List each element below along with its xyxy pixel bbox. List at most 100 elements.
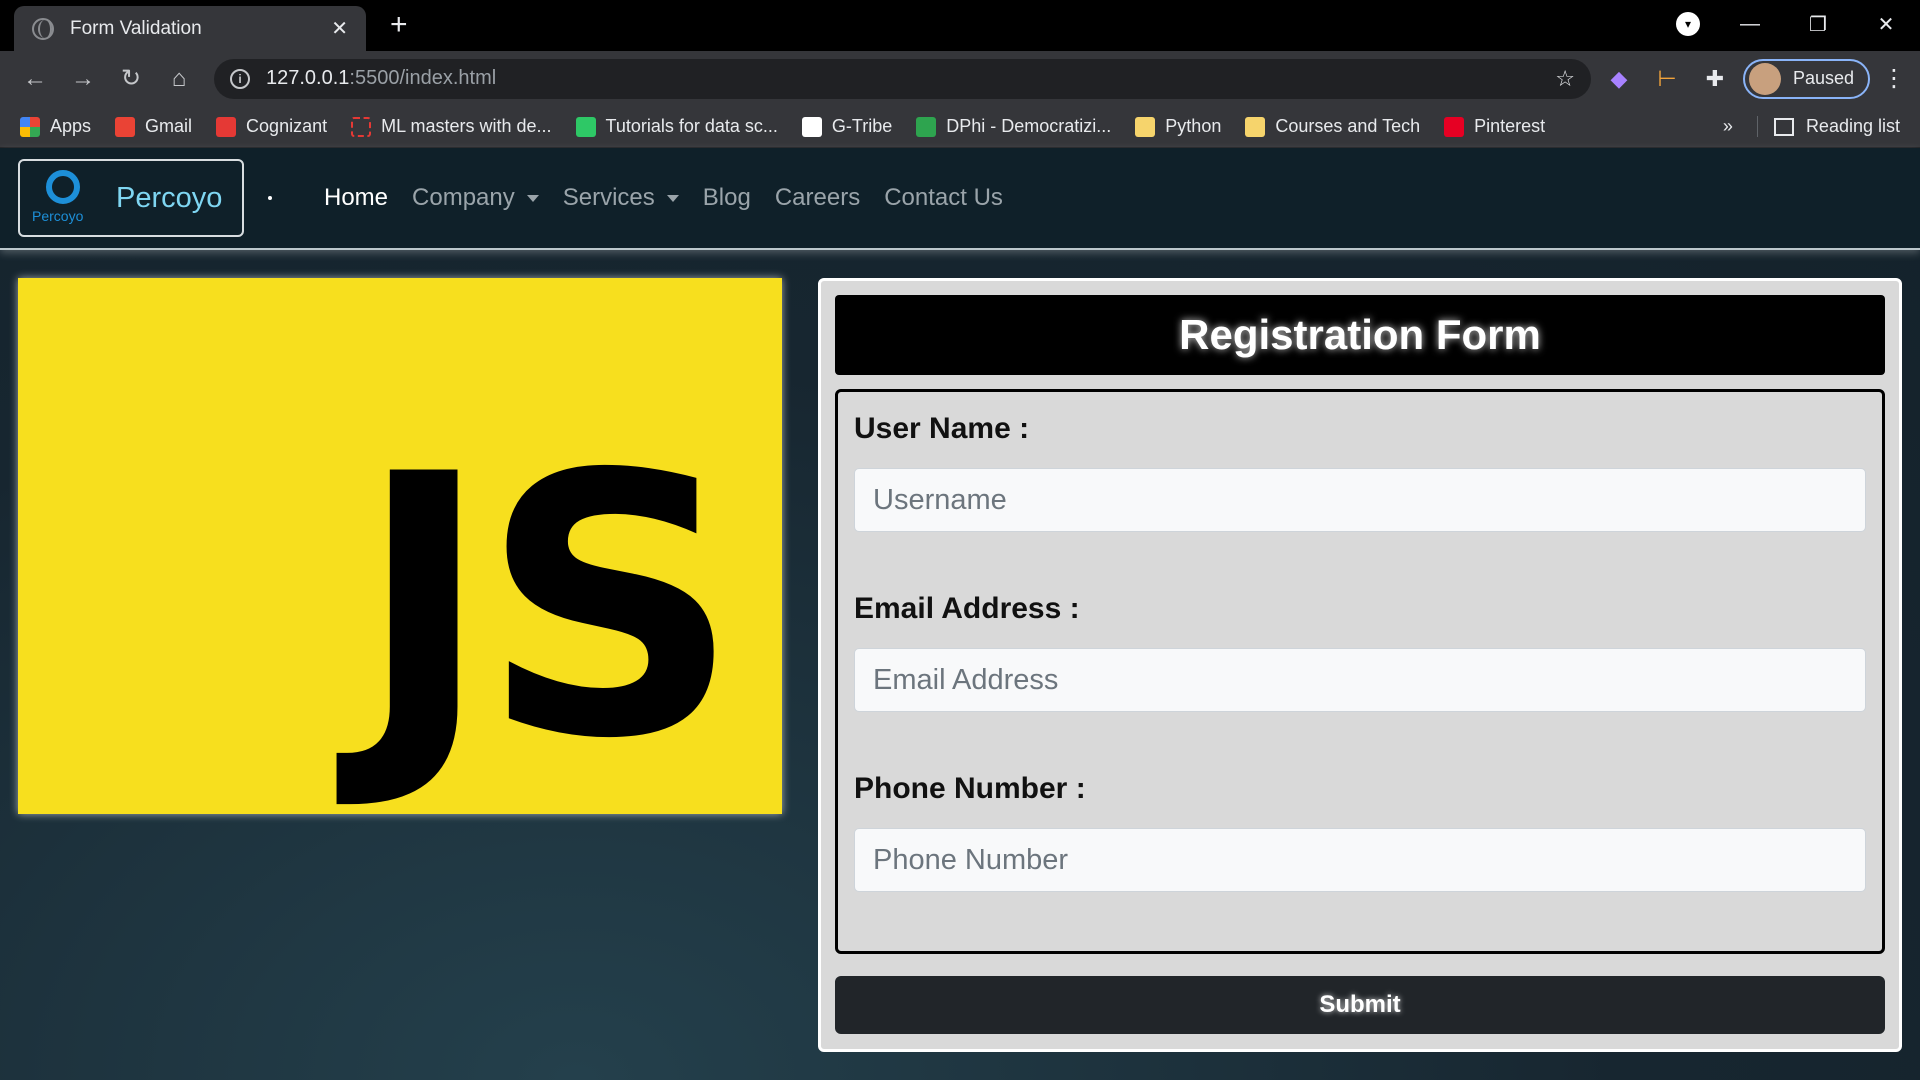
web-page: Percoyo Percoyo Home Company Services Bl… (0, 148, 1920, 1080)
bookmark-label: Tutorials for data sc... (605, 116, 778, 136)
username-field-group: User Name : (854, 412, 1866, 532)
bookmark-pinterest[interactable]: Pinterest (1444, 116, 1545, 137)
reading-list-icon (1773, 117, 1794, 136)
username-label: User Name : (854, 412, 1030, 445)
bookmark-python[interactable]: Python (1135, 116, 1221, 137)
phone-label: Phone Number : (854, 772, 1086, 805)
browser-tabstrip: Form Validation ✕ + ▾ — ❐ ✕ (0, 0, 1920, 51)
nav-label: Contact Us (884, 184, 1003, 211)
brand-link[interactable]: Percoyo Percoyo (18, 159, 244, 237)
bookmark-star-icon[interactable]: ☆ (1555, 66, 1575, 92)
email-field-group: Email Address : (854, 592, 1866, 712)
restore-button[interactable]: ❐ (1784, 12, 1852, 37)
javascript-logo-image: JS (18, 278, 782, 814)
folder-icon (1245, 116, 1266, 137)
nav-services-dropdown[interactable]: Services (563, 184, 679, 212)
reading-list-label: Reading list (1805, 116, 1900, 136)
media-control-icon[interactable]: ▾ (1676, 12, 1700, 36)
browser-menu-icon[interactable]: ⋮ (1882, 64, 1906, 93)
registration-form-card: Registration Form User Name : Email Addr… (818, 278, 1902, 1052)
nav-label: Careers (774, 184, 861, 211)
reload-icon[interactable]: ↻ (110, 64, 152, 93)
logo-wordmark: Percoyo (32, 208, 84, 224)
address-bar[interactable]: i 127.0.0.1:5500/index.html ☆ (214, 58, 1591, 99)
bookmark-ml-masters[interactable]: ML masters with de... (351, 116, 552, 137)
bookmark-label: DPhi - Democratizi... (946, 116, 1112, 136)
username-input[interactable] (854, 468, 1866, 532)
nav-careers[interactable]: Careers (775, 184, 860, 212)
browser-toolbar: ← → ↻ ⌂ i 127.0.0.1:5500/index.html ☆ ◆ … (0, 51, 1920, 106)
nav-blog[interactable]: Blog (703, 184, 751, 212)
globe-icon (32, 17, 54, 40)
extension-purple-icon[interactable]: ◆ (1599, 59, 1639, 99)
nav-company-dropdown[interactable]: Company (412, 184, 539, 212)
nav-home[interactable]: Home (324, 184, 388, 212)
ml-icon (351, 116, 372, 137)
bookmark-label: Apps (50, 116, 92, 136)
gmail-icon (115, 116, 136, 137)
gtribe-icon (801, 116, 822, 137)
nav-label: Home (324, 184, 389, 211)
nav-separator-dot (268, 196, 272, 200)
email-label: Email Address : (854, 592, 1080, 625)
url-path: :5500/index.html (349, 67, 497, 89)
caret-down-icon (526, 194, 539, 202)
extension-orange-icon[interactable]: ⊢ (1647, 59, 1687, 99)
form-fieldset: User Name : Email Address : Phone Number… (835, 389, 1885, 954)
site-info-icon[interactable]: i (230, 68, 250, 89)
reading-list-button[interactable]: Reading list (1756, 116, 1900, 137)
bookmark-courses[interactable]: Courses and Tech (1245, 116, 1420, 137)
js-logo-text: JS (356, 398, 740, 817)
close-window-button[interactable]: ✕ (1852, 12, 1920, 37)
folder-icon (1135, 116, 1156, 137)
browser-tab[interactable]: Form Validation ✕ (14, 6, 366, 51)
cognizant-icon (216, 116, 237, 137)
nav-label: Blog (702, 184, 751, 211)
dphi-icon (916, 116, 937, 137)
bookmarks-overflow-icon[interactable]: » (1723, 116, 1733, 137)
pinterest-icon (1444, 116, 1465, 137)
bookmark-apps[interactable]: Apps (20, 116, 91, 137)
bookmark-label: Pinterest (1474, 116, 1546, 136)
back-icon[interactable]: ← (14, 65, 56, 93)
phone-input[interactable] (854, 828, 1866, 892)
extensions-puzzle-icon[interactable]: ✚ (1695, 59, 1735, 99)
email-input[interactable] (854, 648, 1866, 712)
tab-title: Form Validation (70, 17, 202, 39)
caret-down-icon (666, 194, 679, 202)
bookmark-label: Gmail (145, 116, 193, 136)
close-tab-icon[interactable]: ✕ (331, 16, 348, 41)
tutorials-icon (575, 116, 596, 137)
bookmark-label: Cognizant (246, 116, 328, 136)
bookmark-gmail[interactable]: Gmail (115, 116, 192, 137)
percoyo-logo: Percoyo (32, 166, 96, 230)
apps-icon (20, 116, 40, 137)
bookmark-gtribe[interactable]: G-Tribe (801, 116, 893, 137)
forward-icon[interactable]: → (62, 65, 104, 93)
new-tab-button[interactable]: + (390, 8, 408, 42)
bookmark-label: G-Tribe (831, 116, 893, 136)
profile-status: Paused (1792, 68, 1854, 88)
phone-field-group: Phone Number : (854, 772, 1866, 892)
bookmark-label: Courses and Tech (1275, 116, 1421, 136)
profile-button[interactable]: Paused (1742, 58, 1870, 99)
site-navbar: Percoyo Percoyo Home Company Services Bl… (0, 148, 1920, 250)
nav-contact-us[interactable]: Contact Us (884, 184, 1003, 212)
nav-label: Company (412, 184, 515, 211)
form-title: Registration Form (835, 295, 1885, 375)
submit-button[interactable]: Submit (835, 976, 1885, 1034)
bookmark-label: ML masters with de... (381, 116, 552, 136)
window-controls: — ❐ ✕ (1716, 0, 1920, 48)
url-host: 127.0.0.1 (266, 67, 350, 89)
bookmark-dphi[interactable]: DPhi - Democratizi... (916, 116, 1111, 137)
bookmark-tutorials[interactable]: Tutorials for data sc... (575, 116, 778, 137)
nav-label: Services (562, 184, 655, 211)
avatar (1748, 62, 1781, 95)
bookmark-label: Python (1165, 116, 1222, 136)
bookmarks-bar: Apps Gmail Cognizant ML masters with de.… (0, 106, 1920, 148)
brand-name: Percoyo (116, 181, 223, 214)
home-icon[interactable]: ⌂ (158, 65, 200, 93)
minimize-button[interactable]: — (1716, 13, 1784, 36)
bookmark-cognizant[interactable]: Cognizant (216, 116, 327, 137)
logo-ring (46, 170, 80, 204)
